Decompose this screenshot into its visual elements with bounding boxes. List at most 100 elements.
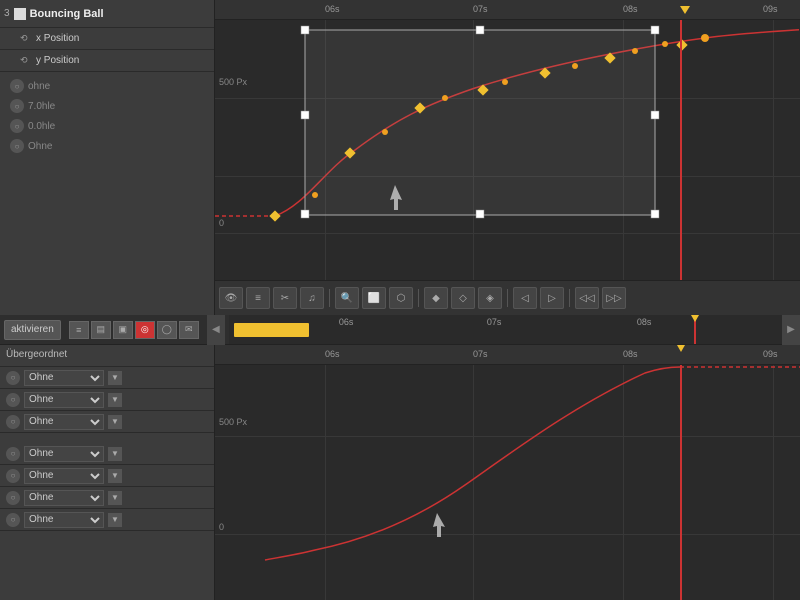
ohne-row-1[interactable]: ○ Ohne ▼ [0, 367, 214, 389]
ruler-mark-6s: 06s [325, 4, 340, 14]
property-row-x[interactable]: ⟲ x Position [0, 28, 214, 50]
toolbar-sep-4 [569, 289, 570, 307]
scroll-right-btn[interactable]: ▶ [782, 315, 800, 345]
ohne-icon-1: ○ [6, 371, 20, 385]
toolbar-extra2-btn[interactable]: ▷▷ [602, 287, 626, 309]
toolbar-sep-1 [329, 289, 330, 307]
ohne-icon-7: ○ [6, 491, 20, 505]
ohne-row-3[interactable]: ○ Ohne ▼ [0, 411, 214, 433]
curve-svg-top [215, 20, 800, 280]
timeline-ruler-bottom: 06s 07s 08s 09s [215, 345, 800, 365]
sidebar-bottom: Übergeordnet ○ Ohne ▼ ○ Ohne ▼ ○ Ohne ▼ … [0, 345, 215, 600]
sub-row-label-1: ohne [28, 81, 50, 92]
toolbar-zoom-btn[interactable]: 🔍 [335, 287, 359, 309]
aktivieren-button[interactable]: aktivieren [4, 320, 61, 340]
sub-row-3: ○ 0.0hle [4, 116, 210, 136]
ohne-select-2[interactable]: Ohne [24, 392, 104, 408]
ohne-arrow-3[interactable]: ▼ [108, 415, 122, 429]
property-icon-y: ⟲ [20, 55, 32, 67]
toolbar-next-btn[interactable]: ▷ [540, 287, 564, 309]
ohne-select-7[interactable]: Ohne [24, 490, 104, 506]
toolbar-prev-btn[interactable]: ◁ [513, 287, 537, 309]
timeline-playhead-marker [680, 0, 690, 20]
toolbar-ease2-btn[interactable]: ◈ [478, 287, 502, 309]
layer-number: 3 [4, 8, 10, 19]
property-label-x: x Position [36, 33, 79, 44]
bot-ruler-6s: 06s [325, 349, 340, 359]
timeline-bar [234, 323, 309, 337]
graph-content-bottom[interactable]: 500 Px 0 [215, 365, 800, 600]
layer-header[interactable]: 3 Bouncing Ball [0, 0, 214, 28]
sidebar-top: 3 Bouncing Ball ⟲ x Position ⟲ y Positio… [0, 0, 215, 315]
ohne-select-3[interactable]: Ohne [24, 414, 104, 430]
toolbar-ease-btn[interactable]: ◇ [451, 287, 475, 309]
toolbar-eye-btn[interactable]: 👁 [219, 287, 243, 309]
ohne-icon-3: ○ [6, 415, 20, 429]
ohne-row-5[interactable]: ○ Ohne ▼ [0, 443, 214, 465]
toolbar-sep-3 [507, 289, 508, 307]
ohne-select-8[interactable]: Ohne [24, 512, 104, 528]
sidebar-lower-section: ○ ohne ○ 7.0hle ○ 0.0hle ○ Ohne [0, 72, 214, 160]
mini-icon-1[interactable]: ≡ [69, 321, 89, 339]
layer-name: Bouncing Ball [30, 8, 104, 20]
mini-icon-2[interactable]: ▤ [91, 321, 111, 339]
ohne-icon-6: ○ [6, 469, 20, 483]
timeline-ruler-top: 06s 07s 08s 09s [215, 0, 800, 20]
property-label-y: y Position [36, 55, 79, 66]
ohne-arrow-5[interactable]: ▼ [108, 447, 122, 461]
property-row-y[interactable]: ⟲ y Position [0, 50, 214, 72]
bot-ruler-8s: 08s [623, 349, 638, 359]
sub-row-icon-3: ○ [10, 119, 24, 133]
ohne-arrow-2[interactable]: ▼ [108, 393, 122, 407]
middle-timeline-strip: 06s 07s 08s 09s [229, 315, 782, 344]
sub-row-icon-4: ○ [10, 139, 24, 153]
bot-playhead-marker [677, 345, 685, 352]
graph-area-bottom: 06s 07s 08s 09s 500 Px 0 [215, 345, 800, 600]
timeline-indicator-top [680, 20, 682, 280]
ruler-mark-9s: 09s [763, 4, 778, 14]
mini-icon-6[interactable]: ✉ [179, 321, 199, 339]
scroll-left-btn[interactable]: ◀ [207, 315, 225, 345]
bottom-panel: Übergeordnet ○ Ohne ▼ ○ Ohne ▼ ○ Ohne ▼ … [0, 345, 800, 600]
sub-row-4: ○ Ohne [4, 136, 210, 156]
layer-color-box [14, 8, 26, 20]
ohne-arrow-1[interactable]: ▼ [108, 371, 122, 385]
ruler-mark-7s: 07s [473, 4, 488, 14]
sub-row-label-4: Ohne [28, 141, 52, 152]
toolbar-extra1-btn[interactable]: ◁◁ [575, 287, 599, 309]
ohne-select-1[interactable]: Ohne [24, 370, 104, 386]
ohne-row-8[interactable]: ○ Ohne ▼ [0, 509, 214, 531]
mini-icon-3[interactable]: ▣ [113, 321, 133, 339]
ohne-row-6[interactable]: ○ Ohne ▼ [0, 465, 214, 487]
ohne-row-7[interactable]: ○ Ohne ▼ [0, 487, 214, 509]
mid-ruler-6s: 06s [339, 317, 354, 327]
top-panel: 3 Bouncing Ball ⟲ x Position ⟲ y Positio… [0, 0, 800, 315]
ohne-arrow-8[interactable]: ▼ [108, 513, 122, 527]
bot-ruler-7s: 07s [473, 349, 488, 359]
ohne-icon-8: ○ [6, 513, 20, 527]
toolbar-cut-btn[interactable]: ✂ [273, 287, 297, 309]
ohne-select-5[interactable]: Ohne [24, 446, 104, 462]
toolbar-list-btn[interactable]: ≡ [246, 287, 270, 309]
middle-strip: aktivieren ≡ ▤ ▣ ◎ ◯ ✉ ◀ 06s 07s 08s 09s… [0, 315, 800, 345]
curve-svg-bottom [215, 365, 800, 600]
sub-row-2: ○ 7.0hle [4, 96, 210, 116]
spacer [0, 433, 214, 443]
mid-ruler-7s: 07s [487, 317, 502, 327]
ohne-row-2[interactable]: ○ Ohne ▼ [0, 389, 214, 411]
sub-row-icon-2: ○ [10, 99, 24, 113]
mini-icon-4[interactable]: ◎ [135, 321, 155, 339]
toolbar-frame-btn[interactable]: ⬡ [389, 287, 413, 309]
ohne-select-6[interactable]: Ohne [24, 468, 104, 484]
ohne-arrow-6[interactable]: ▼ [108, 469, 122, 483]
toolbar-graph-btn[interactable]: ◆ [424, 287, 448, 309]
ohne-icon-5: ○ [6, 447, 20, 461]
ohne-icon-2: ○ [6, 393, 20, 407]
subordinate-header: Übergeordnet [0, 345, 214, 367]
toolbar-audio-btn[interactable]: ♫ [300, 287, 324, 309]
graph-content-top[interactable]: 500 Px 0 [215, 20, 800, 280]
toolbar-fit-btn[interactable]: ⬜ [362, 287, 386, 309]
graph-area-top: 06s 07s 08s 09s 500 Px 0 [215, 0, 800, 315]
mini-icon-5[interactable]: ◯ [157, 321, 177, 339]
ohne-arrow-7[interactable]: ▼ [108, 491, 122, 505]
